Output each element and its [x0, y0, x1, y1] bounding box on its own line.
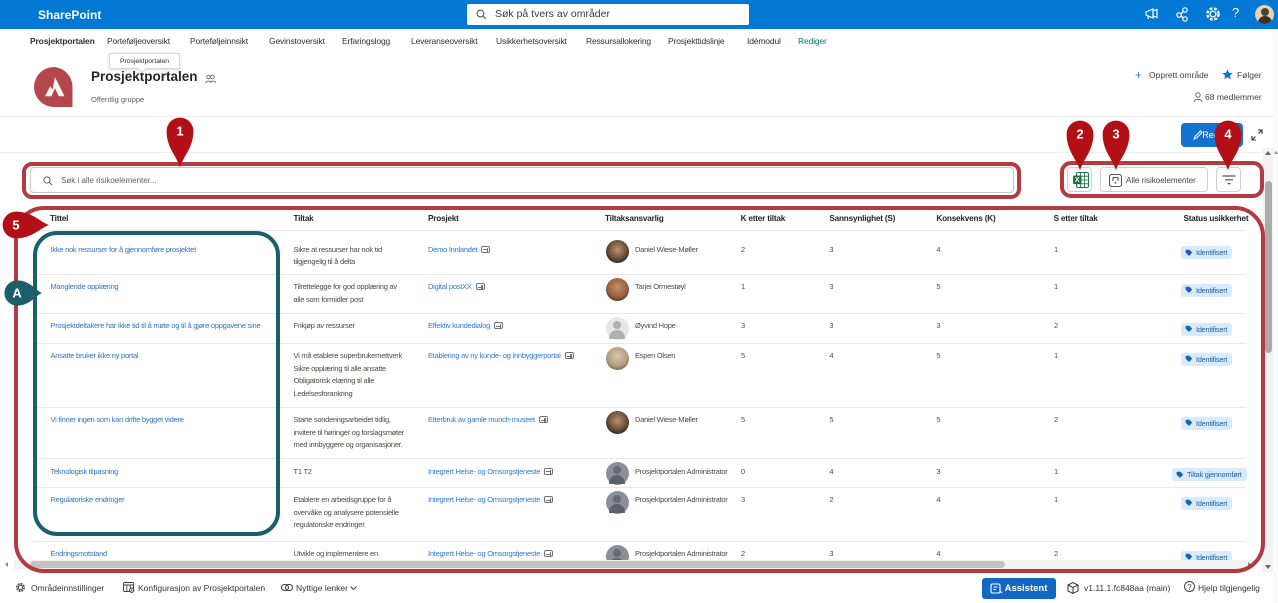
svg-text:3: 3 [1112, 127, 1119, 142]
svg-text:2: 2 [1076, 127, 1083, 142]
svg-text:A: A [12, 286, 22, 301]
svg-text:4: 4 [1224, 127, 1232, 142]
svg-text:X: X [1074, 177, 1079, 184]
svg-text:5: 5 [12, 218, 19, 233]
svg-text:1: 1 [176, 124, 183, 139]
